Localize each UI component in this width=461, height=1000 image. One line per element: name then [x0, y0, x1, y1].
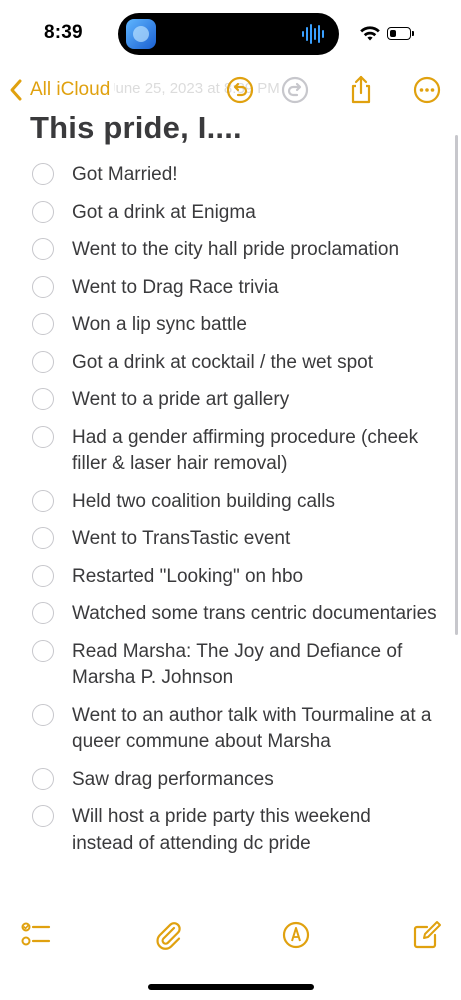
scroll-indicator[interactable]	[455, 135, 458, 635]
checklist-item-text[interactable]: Will host a pride party this weekend ins…	[72, 806, 371, 854]
home-indicator[interactable]	[148, 984, 314, 990]
checklist-item[interactable]: Won a lip sync battle	[0, 309, 461, 347]
checklist-item-text[interactable]: Read Marsha: The Joy and Defiance of Mar…	[72, 641, 402, 689]
live-activity-app-icon	[126, 19, 156, 49]
checkbox-circle-icon[interactable]	[32, 767, 54, 790]
checklist-item-text[interactable]: Got a drink at Enigma	[72, 202, 256, 223]
checkbox-circle-icon[interactable]	[32, 527, 54, 549]
bottom-toolbar	[0, 915, 461, 955]
checkbox-circle-icon[interactable]	[32, 805, 54, 827]
battery-level	[389, 29, 396, 37]
checklist-item[interactable]: Went to the city hall pride proclamation	[0, 234, 461, 272]
status-bar: 8:39	[0, 0, 461, 70]
checkbox-circle-icon[interactable]	[32, 489, 54, 512]
wifi-icon	[360, 26, 380, 41]
checklist-item[interactable]: Got a drink at Enigma	[0, 197, 461, 235]
checklist-item[interactable]: Went to an author talk with Tourmaline a…	[0, 700, 461, 764]
checklist-item-text[interactable]: Restarted "Looking" on hbo	[72, 566, 303, 587]
checklist-item-text[interactable]: Had a gender affirming procedure (cheek …	[72, 427, 418, 475]
note-title[interactable]: This pride, I....	[30, 110, 242, 146]
pen-tip-icon[interactable]	[280, 919, 312, 951]
checklist-item-text[interactable]: Got a drink at cocktail / the wet spot	[72, 352, 373, 373]
checkbox-circle-icon[interactable]	[32, 602, 54, 624]
checklist-item-text[interactable]: Went to Drag Race trivia	[72, 277, 279, 298]
redo-icon[interactable]	[279, 74, 311, 106]
checklist: Got Married! Got a drink at Enigma Went to…	[0, 159, 461, 865]
checklist-item[interactable]: Got Married!	[0, 159, 461, 197]
checklist-item[interactable]: Saw drag performances	[0, 764, 461, 802]
nav-bar: June 25, 2023 at 8:39 PM All iCloud	[0, 68, 461, 110]
ellipsis-circle-icon[interactable]	[411, 74, 443, 106]
compose-icon[interactable]	[411, 919, 443, 951]
checkbox-circle-icon[interactable]	[32, 313, 54, 335]
checklist-item-text[interactable]: Went to a pride art gallery	[72, 389, 289, 410]
checklist-item-text[interactable]: Won a lip sync battle	[72, 314, 247, 335]
checklist-item-text[interactable]: Went to an author talk with Tourmaline a…	[72, 705, 431, 753]
undo-icon[interactable]	[224, 74, 256, 106]
audio-waveform-icon	[302, 24, 324, 44]
chevron-left-icon	[10, 79, 22, 101]
checkbox-circle-icon[interactable]	[32, 350, 54, 373]
checkbox-circle-icon[interactable]	[32, 703, 54, 726]
checkbox-circle-icon[interactable]	[32, 639, 54, 662]
checklist-item-text[interactable]: Went to TransTastic event	[72, 528, 290, 549]
checklist-item-text[interactable]: Got Married!	[72, 164, 178, 185]
checklist-item[interactable]: Will host a pride party this weekend ins…	[0, 801, 461, 865]
checkbox-circle-icon[interactable]	[32, 564, 54, 587]
checklist-item[interactable]: Went to a pride art gallery	[0, 384, 461, 422]
checkbox-circle-icon[interactable]	[32, 275, 54, 298]
note-body[interactable]: This pride, I.... Got Married! Got a drin…	[0, 110, 461, 930]
checkbox-circle-icon[interactable]	[32, 238, 54, 260]
paperclip-icon[interactable]	[152, 919, 184, 951]
checklist-item[interactable]: Restarted "Looking" on hbo	[0, 561, 461, 599]
checklist-item-text[interactable]: Saw drag performances	[72, 769, 274, 790]
checkbox-circle-icon[interactable]	[32, 388, 54, 410]
battery-icon	[387, 27, 411, 40]
checkbox-circle-icon[interactable]	[32, 163, 54, 185]
back-button[interactable]: All iCloud	[8, 76, 115, 104]
checkbox-circle-icon[interactable]	[32, 200, 54, 223]
status-time: 8:39	[44, 22, 83, 43]
checklist-item[interactable]: Got a drink at cocktail / the wet spot	[0, 347, 461, 385]
checklist-item[interactable]: Watched some trans centric documentaries	[0, 598, 461, 636]
checklist-item[interactable]: Had a gender affirming procedure (cheek …	[0, 422, 461, 486]
checkbox-circle-icon[interactable]	[32, 425, 54, 448]
checklist-icon[interactable]	[20, 919, 52, 951]
checklist-item[interactable]: Went to TransTastic event	[0, 523, 461, 561]
checklist-item[interactable]: Went to Drag Race trivia	[0, 272, 461, 310]
checklist-item-text[interactable]: Watched some trans centric documentaries	[72, 603, 437, 624]
checklist-item-text[interactable]: Went to the city hall pride proclamation	[72, 239, 399, 260]
checklist-item-text[interactable]: Held two coalition building calls	[72, 491, 335, 512]
battery-nub	[412, 31, 414, 36]
back-button-label: All iCloud	[30, 79, 111, 100]
checklist-item[interactable]: Read Marsha: The Joy and Defiance of Mar…	[0, 636, 461, 700]
share-icon[interactable]	[345, 74, 377, 106]
dynamic-island[interactable]	[118, 13, 339, 55]
status-indicators	[359, 24, 419, 44]
checklist-item[interactable]: Held two coalition building calls	[0, 486, 461, 524]
